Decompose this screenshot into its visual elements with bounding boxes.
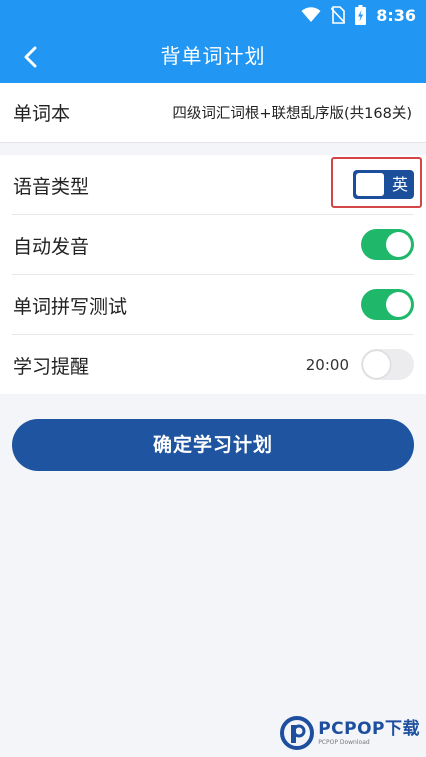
wordbook-label: 单词本	[13, 103, 71, 125]
auto-pronounce-toggle[interactable]	[361, 229, 414, 260]
reminder-toggle[interactable]	[361, 349, 414, 380]
reminder-label: 学习提醒	[13, 355, 90, 378]
toggle-knob	[363, 351, 390, 378]
auto-pronounce-row: 自动发音	[0, 215, 426, 275]
voice-type-label: 语音类型	[13, 175, 90, 198]
spelling-test-row: 单词拼写测试	[0, 275, 426, 335]
watermark: PCPOP下载 PCPOP Download	[280, 715, 420, 751]
app-bar: 背单词计划	[0, 30, 426, 83]
auto-pronounce-label: 自动发音	[13, 235, 90, 258]
toggle-knob	[386, 292, 411, 317]
wordbook-value: 四级词汇词根+联想乱序版(共168关)	[172, 106, 412, 122]
status-time: 8:36	[376, 5, 416, 25]
confirm-plan-button[interactable]: 确定学习计划	[12, 419, 414, 471]
spelling-test-toggle[interactable]	[361, 289, 414, 320]
watermark-text: PCPOP下载 PCPOP Download	[318, 718, 420, 746]
status-bar: 8:36	[0, 0, 426, 30]
spelling-test-label: 单词拼写测试	[13, 295, 128, 318]
status-icons: 8:36	[301, 4, 416, 26]
pcpop-logo-icon	[280, 716, 315, 750]
reminder-row: 学习提醒 20:00	[0, 335, 426, 395]
voice-type-value: 英	[391, 175, 408, 194]
wifi-icon	[301, 7, 321, 22]
page-title: 背单词计划	[160, 44, 266, 68]
wordbook-row[interactable]: 单词本 四级词汇词根+联想乱序版(共168关)	[0, 83, 426, 143]
no-sim-icon	[331, 6, 346, 24]
battery-charging-icon	[355, 5, 367, 25]
watermark-brand: PCPOP下载	[318, 718, 420, 739]
toggle-knob	[386, 232, 411, 257]
voice-switch-knob	[356, 173, 384, 196]
reminder-time[interactable]: 20:00	[306, 335, 349, 395]
voice-type-switch[interactable]: 英	[353, 170, 414, 199]
watermark-sub: PCPOP Download	[318, 738, 370, 746]
